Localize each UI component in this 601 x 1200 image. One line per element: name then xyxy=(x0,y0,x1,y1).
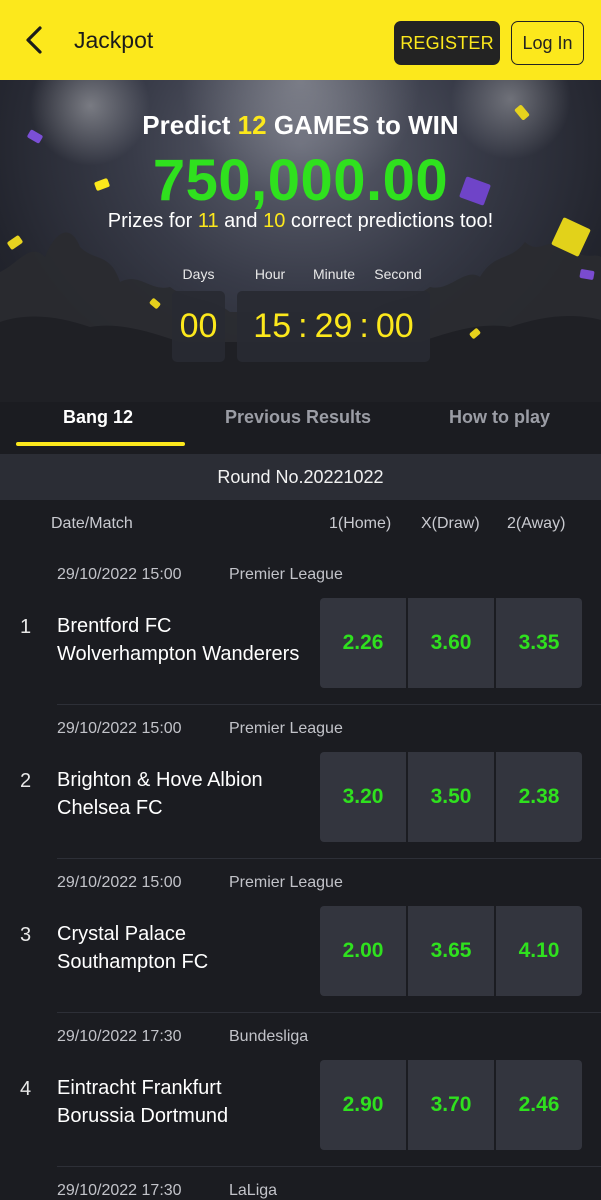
odds-home-button[interactable]: 2.90 xyxy=(320,1060,406,1150)
odds-draw-button[interactable]: 3.70 xyxy=(408,1060,494,1150)
column-header-away: 2(Away) xyxy=(507,515,566,532)
countdown-separator: : xyxy=(359,307,369,345)
column-header-home: 1(Home) xyxy=(329,515,392,532)
home-team: Eintracht Frankfurt xyxy=(57,1077,222,1099)
match-row: 29/10/2022 15:00 Premier League 1 Brentf… xyxy=(0,566,601,720)
match-row: 29/10/2022 17:30 LaLiga xyxy=(0,1182,601,1200)
tab-bar: Bang 12 Previous Results How to play xyxy=(0,402,601,454)
row-divider xyxy=(57,1166,601,1167)
odds-home-button[interactable]: 2.00 xyxy=(320,906,406,996)
away-team: Southampton FC xyxy=(57,951,209,973)
row-divider xyxy=(57,858,601,859)
countdown-minute: 29 xyxy=(314,307,353,345)
countdown-days-label: Days xyxy=(182,266,215,282)
countdown-hour: 15 xyxy=(253,307,292,345)
countdown-second: 00 xyxy=(375,307,414,345)
countdown-minute-label: Minute xyxy=(312,266,356,282)
page-title: Jackpot xyxy=(74,27,154,53)
match-league: Premier League xyxy=(229,720,343,737)
countdown-hour-label: Hour xyxy=(254,266,286,282)
match-league: LaLiga xyxy=(229,1182,278,1199)
match-datetime: 29/10/2022 17:30 xyxy=(57,1182,182,1199)
row-divider xyxy=(57,704,601,705)
odds-home-button[interactable]: 2.26 xyxy=(320,598,406,688)
column-header-match: Date/Match xyxy=(51,515,133,532)
home-team: Crystal Palace xyxy=(57,923,186,945)
odds-draw-button[interactable]: 3.50 xyxy=(408,752,494,842)
match-league: Premier League xyxy=(229,566,343,583)
match-datetime: 29/10/2022 15:00 xyxy=(57,874,182,891)
match-number: 4 xyxy=(20,1078,32,1100)
countdown-separator: : xyxy=(298,307,308,345)
away-team: Borussia Dortmund xyxy=(57,1105,229,1127)
chevron-left-icon[interactable] xyxy=(18,22,52,58)
odds-away-button[interactable]: 2.38 xyxy=(496,752,582,842)
match-row: 29/10/2022 15:00 Premier League 3 Crysta… xyxy=(0,874,601,1028)
match-number: 3 xyxy=(20,924,32,946)
match-row: 29/10/2022 17:30 Bundesliga 4 Eintracht … xyxy=(0,1028,601,1182)
odds-away-button[interactable]: 2.46 xyxy=(496,1060,582,1150)
jackpot-subtitle: Prizes for 11 and 10 correct predictions… xyxy=(107,210,494,232)
active-tab-indicator xyxy=(16,442,185,446)
jackpot-amount: 750,000.00 xyxy=(152,148,449,213)
home-team: Brentford FC xyxy=(57,615,172,637)
odds-away-button[interactable]: 4.10 xyxy=(496,906,582,996)
odds-home-button[interactable]: 3.20 xyxy=(320,752,406,842)
row-divider xyxy=(57,1012,601,1013)
login-button[interactable]: Log In xyxy=(511,21,584,65)
odds-away-button[interactable]: 3.35 xyxy=(496,598,582,688)
away-team: Wolverhampton Wanderers xyxy=(57,643,300,665)
countdown-time: 15 : 29 : 00 xyxy=(237,291,430,362)
register-button[interactable]: REGISTER xyxy=(394,21,500,65)
match-league: Bundesliga xyxy=(229,1028,309,1045)
match-row: 29/10/2022 15:00 Premier League 2 Bright… xyxy=(0,720,601,874)
round-number: Round No.20221022 xyxy=(0,454,601,500)
match-league: Premier League xyxy=(229,874,343,891)
tab-previous-results[interactable]: Previous Results xyxy=(225,407,371,428)
odds-draw-button[interactable]: 3.60 xyxy=(408,598,494,688)
tab-how-to-play[interactable]: How to play xyxy=(449,407,550,428)
away-team: Chelsea FC xyxy=(57,797,163,819)
odds-draw-button[interactable]: 3.65 xyxy=(408,906,494,996)
match-number: 2 xyxy=(20,770,32,792)
tab-bang-12[interactable]: Bang 12 xyxy=(63,407,133,428)
app-header: Jackpot REGISTER Log In xyxy=(0,0,601,80)
countdown-days: 00 xyxy=(172,291,225,362)
jackpot-headline: Predict 12 GAMES to WIN xyxy=(142,110,459,140)
match-number: 1 xyxy=(20,616,32,638)
countdown-second-label: Second xyxy=(374,266,422,282)
match-datetime: 29/10/2022 15:00 xyxy=(57,566,182,583)
column-header-draw: X(Draw) xyxy=(421,515,480,532)
home-team: Brighton & Hove Albion xyxy=(57,769,263,791)
match-datetime: 29/10/2022 17:30 xyxy=(57,1028,182,1045)
jackpot-banner: Predict 12 GAMES to WIN 750,000.00 Prize… xyxy=(0,80,601,402)
match-datetime: 29/10/2022 15:00 xyxy=(57,720,182,737)
